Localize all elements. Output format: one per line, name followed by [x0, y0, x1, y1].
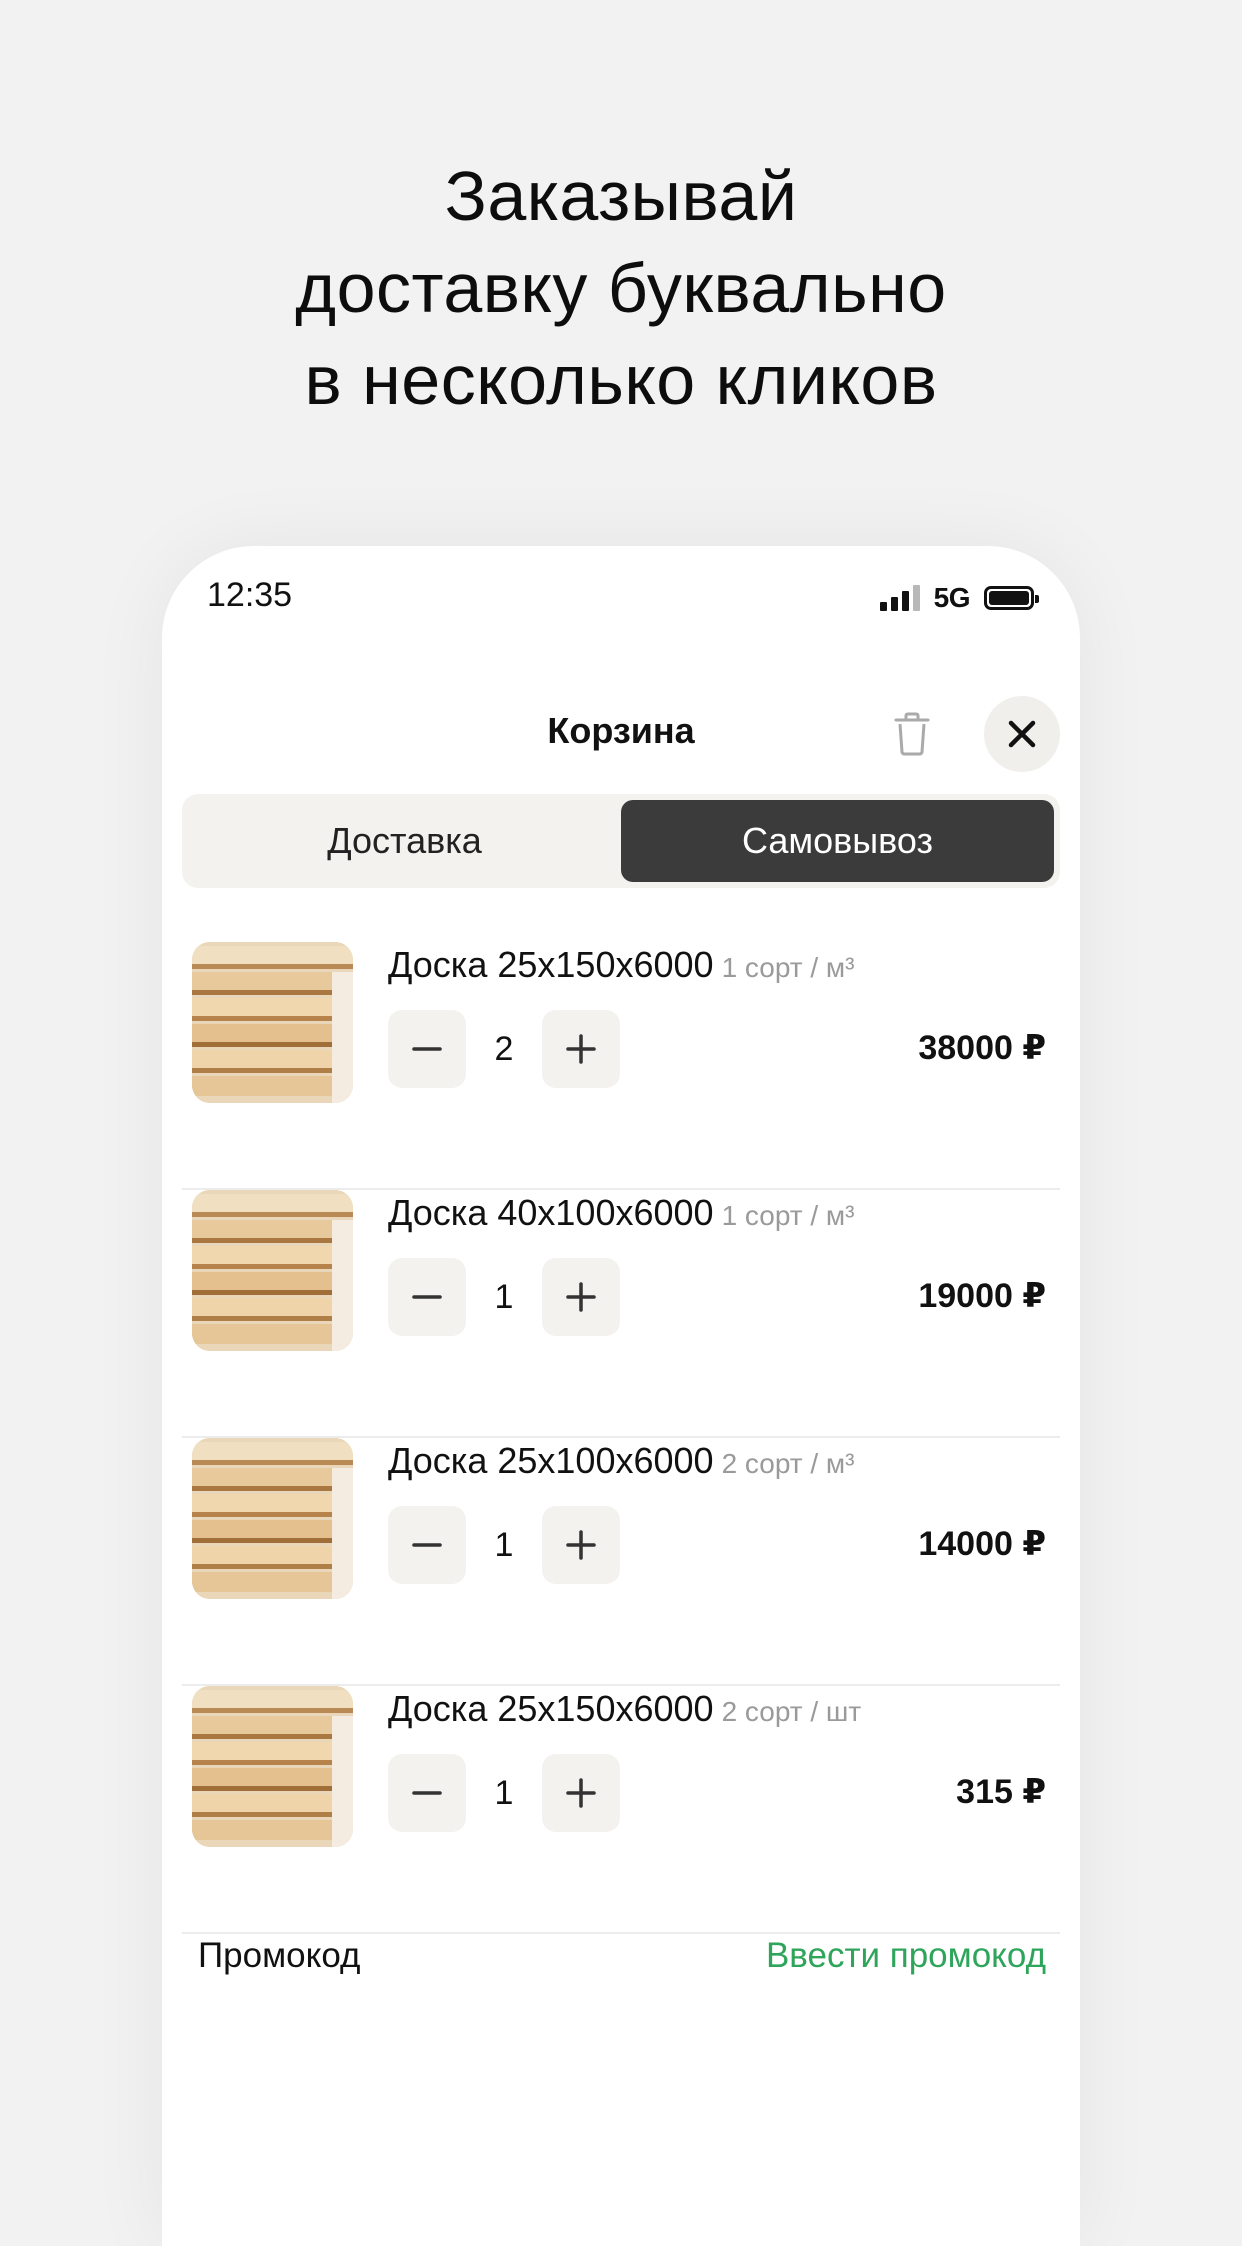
clear-cart-button[interactable]	[884, 706, 940, 762]
decrease-button[interactable]	[388, 1754, 466, 1832]
product-image	[192, 1686, 353, 1847]
increase-button[interactable]	[542, 1506, 620, 1584]
product-title: Доска 25x100x6000 2 сорт / м³	[388, 1440, 855, 1482]
cart-item: Доска 40x100x6000 1 сорт / м³ 1 19000 ₽	[182, 1190, 1060, 1438]
minus-icon	[412, 1295, 442, 1299]
product-image	[192, 1190, 353, 1351]
tab-delivery[interactable]: Доставка	[188, 800, 621, 882]
product-grade: 1 сорт / м³	[721, 952, 855, 983]
item-price: 14000 ₽	[918, 1525, 1046, 1563]
phone-screen: 12:35 5G Корзина Доставка Самовывоз Доск…	[162, 546, 1080, 2246]
minus-icon	[412, 1791, 442, 1795]
close-icon	[1008, 720, 1036, 748]
network-type: 5G	[933, 582, 971, 613]
product-name: Доска 25x150x6000	[388, 1688, 714, 1729]
headline-line-3: в несколько кликов	[304, 341, 938, 419]
increase-button[interactable]	[542, 1258, 620, 1336]
quantity-value: 1	[494, 1773, 514, 1812]
decrease-button[interactable]	[388, 1258, 466, 1336]
enter-promo-link[interactable]: Ввести промокод	[766, 1936, 1046, 1976]
product-name: Доска 40x100x6000	[388, 1192, 714, 1233]
delivery-mode-tabs: Доставка Самовывоз	[182, 794, 1060, 888]
product-grade: 2 сорт / м³	[721, 1448, 855, 1479]
product-grade: 2 сорт / шт	[721, 1696, 862, 1727]
decrease-button[interactable]	[388, 1010, 466, 1088]
quantity-stepper: 2	[388, 1010, 620, 1088]
increase-button[interactable]	[542, 1754, 620, 1832]
headline-line-2: доставку буквально	[295, 249, 947, 327]
quantity-value: 1	[494, 1277, 514, 1316]
product-name: Доска 25x150x6000	[388, 944, 714, 985]
item-price: 38000 ₽	[918, 1029, 1046, 1067]
product-title: Доска 25x150x6000 1 сорт / м³	[388, 944, 855, 986]
item-price: 315 ₽	[956, 1773, 1046, 1811]
status-indicators: 5G	[879, 582, 1039, 614]
promo-label: Промокод	[198, 1936, 361, 1975]
headline-line-1: Заказывай	[444, 157, 798, 235]
cart-item: Доска 25x150x6000 2 сорт / шт 1 315 ₽	[182, 1686, 1060, 1934]
status-time: 12:35	[207, 576, 293, 614]
promo-row: Промокод Ввести промокод	[182, 1936, 1060, 1986]
minus-icon	[412, 1543, 442, 1547]
tab-pickup[interactable]: Самовывоз	[621, 800, 1054, 882]
page-title: Корзина	[547, 710, 695, 751]
cart-item: Доска 25x150x6000 1 сорт / м³ 2 38000 ₽	[182, 942, 1060, 1190]
product-image	[192, 942, 353, 1103]
plus-icon	[566, 1530, 596, 1560]
quantity-stepper: 1	[388, 1754, 620, 1832]
quantity-stepper: 1	[388, 1258, 620, 1336]
cart-items: Доска 25x150x60001 сорт / м³ 2 38000 ₽	[182, 942, 1060, 1934]
decrease-button[interactable]	[388, 1506, 466, 1584]
quantity-value: 1	[494, 1525, 514, 1564]
increase-button[interactable]	[542, 1010, 620, 1088]
minus-icon	[412, 1047, 442, 1051]
product-grade: 1 сорт / м³	[721, 1200, 855, 1231]
product-title: Доска 25x150x6000 2 сорт / шт	[388, 1688, 861, 1730]
quantity-stepper: 1	[388, 1506, 620, 1584]
cart-item: Доска 25x100x6000 2 сорт / м³ 1 14000 ₽	[182, 1438, 1060, 1686]
promo-headline: Заказывай доставку буквально в несколько…	[0, 150, 1242, 426]
product-image	[192, 1438, 353, 1599]
cart-header: Корзина	[162, 696, 1080, 776]
item-price: 19000 ₽	[918, 1277, 1046, 1315]
product-name: Доска 25x100x6000	[388, 1440, 714, 1481]
plus-icon	[566, 1778, 596, 1808]
plus-icon	[566, 1034, 596, 1064]
plus-icon	[566, 1282, 596, 1312]
signal-icon	[879, 585, 920, 611]
close-button[interactable]	[984, 696, 1060, 772]
quantity-value: 2	[494, 1029, 514, 1068]
battery-icon	[984, 586, 1039, 610]
trash-icon	[894, 712, 930, 756]
product-title: Доска 40x100x6000 1 сорт / м³	[388, 1192, 855, 1234]
